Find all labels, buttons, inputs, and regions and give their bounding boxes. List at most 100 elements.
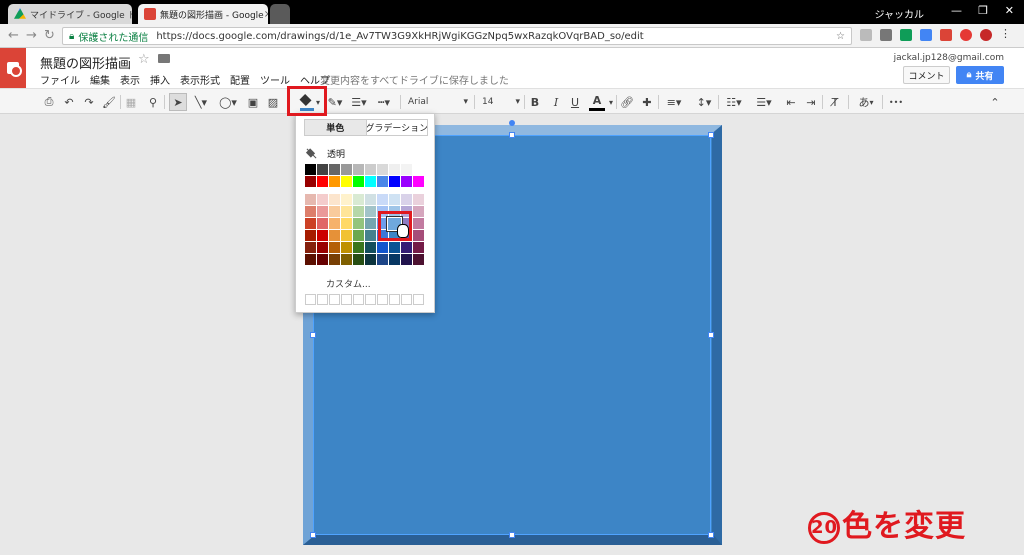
- color-swatch[interactable]: [317, 164, 328, 175]
- color-swatch[interactable]: [341, 176, 352, 187]
- close-icon[interactable]: ×: [264, 9, 268, 20]
- color-swatch[interactable]: [365, 242, 376, 253]
- color-swatch[interactable]: [413, 254, 424, 265]
- custom-swatch[interactable]: [389, 294, 400, 305]
- color-swatch[interactable]: [305, 176, 316, 187]
- custom-swatch[interactable]: [365, 294, 376, 305]
- custom-swatch[interactable]: [413, 294, 424, 305]
- undo-icon[interactable]: ↶: [62, 93, 76, 111]
- custom-color-button[interactable]: カスタム...: [326, 277, 371, 290]
- font-size-select[interactable]: 14 ▾: [482, 93, 520, 111]
- color-swatch[interactable]: [317, 242, 328, 253]
- color-swatch[interactable]: [401, 254, 412, 265]
- color-swatch[interactable]: [353, 242, 364, 253]
- reload-icon[interactable]: ↻: [44, 28, 55, 43]
- color-swatch[interactable]: [389, 194, 400, 205]
- maximize-icon[interactable]: ❐: [978, 4, 988, 17]
- extension-icon[interactable]: [860, 29, 872, 41]
- color-swatch[interactable]: [353, 230, 364, 241]
- redo-icon[interactable]: ↷: [82, 93, 96, 111]
- transparent-option[interactable]: 透明: [306, 147, 345, 160]
- color-swatch[interactable]: [401, 242, 412, 253]
- color-swatch[interactable]: [341, 194, 352, 205]
- color-swatch[interactable]: [317, 218, 328, 229]
- browser-user-name[interactable]: ジャッカル: [875, 6, 925, 21]
- resize-handle[interactable]: [310, 332, 316, 338]
- image-icon[interactable]: ▨: [266, 93, 280, 111]
- custom-swatch[interactable]: [341, 294, 352, 305]
- color-swatch[interactable]: [353, 164, 364, 175]
- zoom-icon[interactable]: ⚲: [146, 93, 160, 111]
- color-swatch[interactable]: [305, 164, 316, 175]
- clear-formatting-icon[interactable]: T̸: [828, 93, 842, 111]
- tab-solid[interactable]: 単色: [305, 120, 366, 135]
- print-icon[interactable]: ⎙: [42, 93, 56, 111]
- rotate-handle[interactable]: [509, 120, 515, 126]
- color-swatch[interactable]: [305, 254, 316, 265]
- resize-handle[interactable]: [509, 132, 515, 138]
- custom-swatch[interactable]: [353, 294, 364, 305]
- color-swatch[interactable]: [413, 230, 424, 241]
- link-icon[interactable]: 🔗︎: [620, 93, 634, 111]
- color-swatch[interactable]: [377, 242, 388, 253]
- color-swatch[interactable]: [329, 230, 340, 241]
- underline-button[interactable]: U: [569, 93, 581, 111]
- color-swatch[interactable]: [341, 164, 352, 175]
- resize-handle[interactable]: [708, 132, 714, 138]
- color-swatch[interactable]: [305, 206, 316, 217]
- custom-swatch[interactable]: [377, 294, 388, 305]
- resize-handle[interactable]: [708, 332, 714, 338]
- color-swatch[interactable]: [341, 230, 352, 241]
- custom-swatch[interactable]: [305, 294, 316, 305]
- color-swatch[interactable]: [353, 194, 364, 205]
- color-swatch[interactable]: [401, 176, 412, 187]
- select-all-icon[interactable]: ▦: [124, 93, 138, 111]
- bulleted-list-icon[interactable]: ☰▾: [754, 93, 774, 111]
- insert-comment-icon[interactable]: ✚: [640, 93, 654, 111]
- color-swatch[interactable]: [317, 206, 328, 217]
- more-icon[interactable]: •••: [888, 93, 904, 111]
- custom-swatch[interactable]: [317, 294, 328, 305]
- color-swatch[interactable]: [413, 176, 424, 187]
- color-swatch[interactable]: [389, 164, 400, 175]
- color-swatch[interactable]: [377, 164, 388, 175]
- italic-button[interactable]: I: [550, 93, 562, 111]
- menu-view[interactable]: 表示: [120, 72, 140, 87]
- forward-icon[interactable]: →: [26, 28, 37, 43]
- shape-tool-icon[interactable]: ◯▾: [218, 93, 238, 111]
- color-swatch[interactable]: [353, 218, 364, 229]
- decrease-indent-icon[interactable]: ⇤: [784, 93, 798, 111]
- numbered-list-icon[interactable]: ☷▾: [724, 93, 744, 111]
- window-close-icon[interactable]: ✕: [1005, 4, 1014, 17]
- color-swatch[interactable]: [353, 176, 364, 187]
- account-email[interactable]: jackal.jp128@gmail.com: [894, 53, 1004, 63]
- color-swatch[interactable]: [413, 164, 424, 175]
- collapse-icon[interactable]: ⌃: [988, 93, 1002, 111]
- bold-button[interactable]: B: [529, 93, 541, 111]
- color-swatch[interactable]: [341, 242, 352, 253]
- extension-icon[interactable]: [940, 29, 952, 41]
- minimize-icon[interactable]: —: [951, 4, 962, 17]
- color-swatch[interactable]: [413, 218, 424, 229]
- color-swatch[interactable]: [317, 230, 328, 241]
- comment-button[interactable]: コメント: [903, 66, 950, 84]
- color-swatch[interactable]: [305, 218, 316, 229]
- resize-handle[interactable]: [509, 532, 515, 538]
- color-swatch[interactable]: [317, 194, 328, 205]
- color-swatch[interactable]: [317, 254, 328, 265]
- color-swatch[interactable]: [329, 164, 340, 175]
- color-swatch[interactable]: [389, 254, 400, 265]
- color-swatch[interactable]: [353, 206, 364, 217]
- menu-tools[interactable]: ツール: [260, 72, 290, 87]
- star-icon[interactable]: ☆: [138, 52, 150, 67]
- border-color-icon[interactable]: ✎▾: [326, 93, 344, 111]
- color-swatch[interactable]: [329, 176, 340, 187]
- document-title[interactable]: 無題の図形描画: [40, 53, 131, 72]
- select-tool-icon[interactable]: ➤: [169, 93, 187, 111]
- color-swatch[interactable]: [389, 242, 400, 253]
- save-status[interactable]: 変更内容をすべてドライブに保存しました: [320, 72, 509, 87]
- border-weight-icon[interactable]: ☰▾: [350, 93, 368, 111]
- drive-extension-icon[interactable]: [900, 29, 912, 41]
- color-swatch[interactable]: [341, 218, 352, 229]
- color-swatch[interactable]: [329, 206, 340, 217]
